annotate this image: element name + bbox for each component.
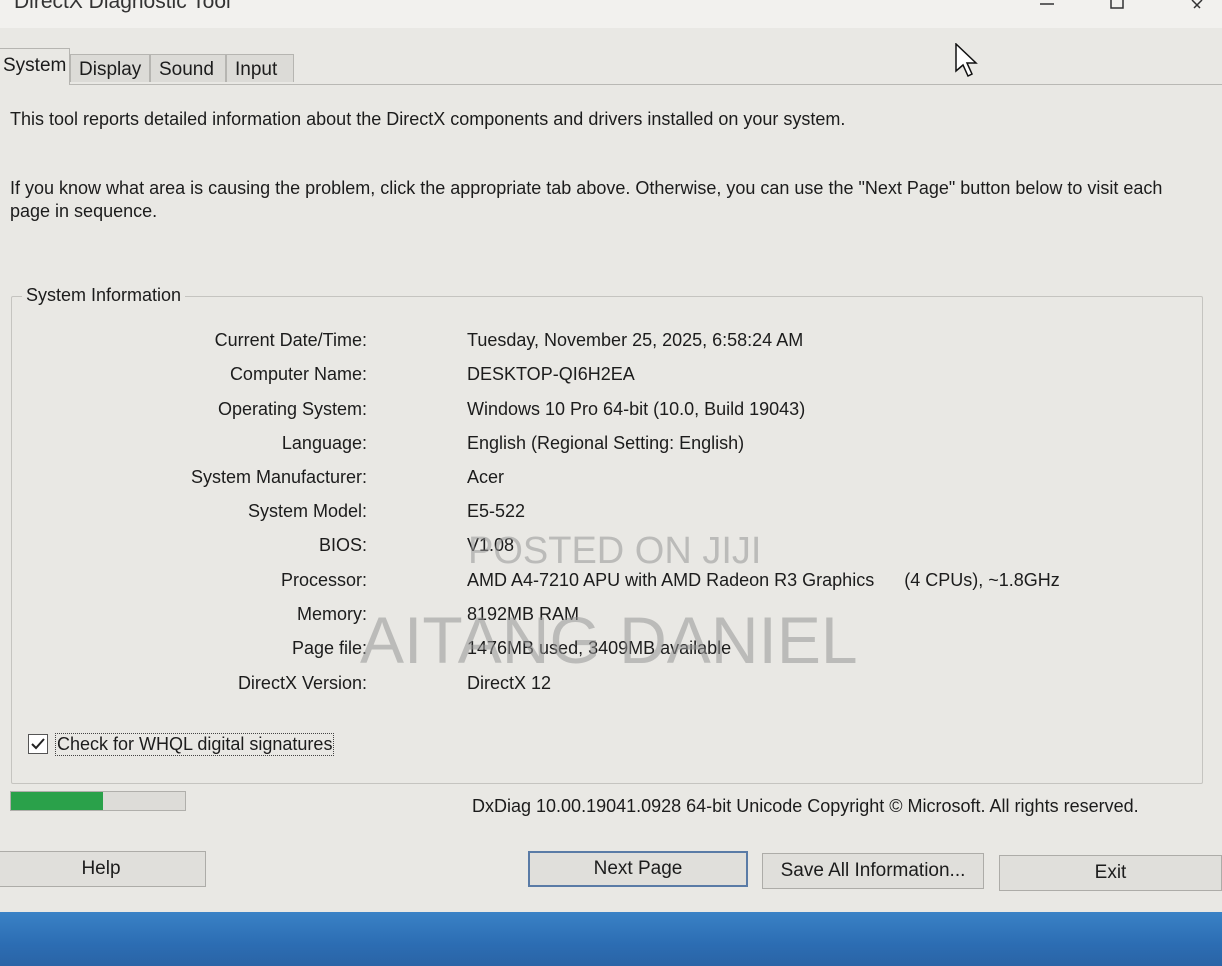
close-icon bbox=[1191, 0, 1203, 9]
info-label: DirectX Version: bbox=[237, 673, 367, 693]
info-row-bios: BIOS: V1.08 bbox=[12, 535, 1112, 561]
info-label: Language: bbox=[281, 433, 367, 453]
minimize-button[interactable] bbox=[1026, 0, 1066, 14]
taskbar bbox=[0, 912, 1222, 966]
info-label: BIOS: bbox=[318, 535, 367, 555]
dxdiag-window: DirectX Diagnostic Tool System Display S… bbox=[0, 0, 1222, 912]
progress-bar bbox=[10, 791, 186, 811]
info-label: System Manufacturer: bbox=[190, 467, 367, 487]
whql-checkbox[interactable] bbox=[28, 734, 48, 754]
intro-text-1: This tool reports detailed information a… bbox=[10, 109, 846, 129]
info-row-model: System Model: E5-522 bbox=[12, 501, 1112, 527]
info-value: Windows 10 Pro 64-bit (10.0, Build 19043… bbox=[467, 399, 806, 419]
tab-input[interactable]: Input bbox=[226, 54, 294, 82]
info-row-computer-name: Computer Name: DESKTOP-QI6H2EA bbox=[12, 364, 1112, 390]
info-row-processor: Processor: AMD A4-7210 APU with AMD Rade… bbox=[12, 570, 1112, 596]
info-label: Memory: bbox=[296, 604, 367, 624]
progress-bar-fill bbox=[11, 792, 104, 810]
help-button[interactable]: Help bbox=[0, 851, 206, 887]
info-value: DirectX 12 bbox=[467, 673, 552, 693]
system-information-group: System Information Current Date/Time: Tu… bbox=[11, 285, 1203, 784]
info-value: English (Regional Setting: English) bbox=[467, 433, 745, 453]
info-label: Current Date/Time: bbox=[214, 330, 367, 350]
info-value: 1476MB used, 3409MB available bbox=[467, 638, 732, 658]
minimize-icon bbox=[1040, 3, 1054, 5]
info-label: Processor: bbox=[280, 570, 367, 590]
tab-sound[interactable]: Sound bbox=[150, 54, 226, 82]
info-row-page-file: Page file: 1476MB used, 3409MB available bbox=[12, 638, 1112, 664]
info-label: Page file: bbox=[291, 638, 367, 658]
info-row-directx-version: DirectX Version: DirectX 12 bbox=[12, 673, 1112, 699]
info-row-manufacturer: System Manufacturer: Acer bbox=[12, 467, 1112, 493]
save-all-information-button[interactable]: Save All Information... bbox=[762, 853, 984, 889]
window-title: DirectX Diagnostic Tool bbox=[14, 0, 231, 13]
info-row-os: Operating System: Windows 10 Pro 64-bit … bbox=[12, 399, 1112, 425]
info-value: DESKTOP-QI6H2EA bbox=[467, 364, 635, 384]
intro-text-2: If you know what area is causing the pro… bbox=[10, 178, 1163, 221]
info-value: E5-522 bbox=[467, 501, 526, 521]
tab-bar: System Display Sound Input bbox=[0, 48, 1222, 85]
info-row-language: Language: English (Regional Setting: Eng… bbox=[12, 433, 1112, 459]
info-label: System Model: bbox=[247, 501, 367, 521]
title-bar: DirectX Diagnostic Tool bbox=[0, 0, 1222, 28]
info-value: 8192MB RAM bbox=[467, 604, 580, 624]
exit-button[interactable]: Exit bbox=[999, 855, 1222, 891]
tab-display[interactable]: Display bbox=[70, 54, 150, 82]
maximize-icon bbox=[1110, 0, 1124, 9]
checkmark-icon bbox=[31, 738, 45, 750]
info-row-datetime: Current Date/Time: Tuesday, November 25,… bbox=[12, 330, 1112, 356]
group-title: System Information bbox=[22, 285, 186, 306]
next-page-button[interactable]: Next Page bbox=[528, 851, 748, 887]
tab-system[interactable]: System bbox=[0, 48, 70, 85]
info-row-memory: Memory: 8192MB RAM bbox=[12, 604, 1112, 630]
info-value: AMD A4-7210 APU with AMD Radeon R3 Graph… bbox=[467, 570, 1060, 590]
copyright-text: DxDiag 10.00.19041.0928 64-bit Unicode C… bbox=[472, 796, 1139, 816]
close-button[interactable] bbox=[1176, 0, 1216, 14]
whql-checkbox-label[interactable]: Check for WHQL digital signatures bbox=[55, 733, 335, 756]
info-label: Operating System: bbox=[217, 399, 367, 419]
info-value: V1.08 bbox=[467, 535, 515, 555]
maximize-button[interactable] bbox=[1096, 0, 1136, 14]
mouse-cursor-icon bbox=[955, 43, 978, 78]
info-label: Computer Name: bbox=[229, 364, 367, 384]
info-value: Acer bbox=[467, 467, 505, 487]
info-value: Tuesday, November 25, 2025, 6:58:24 AM bbox=[467, 330, 804, 350]
